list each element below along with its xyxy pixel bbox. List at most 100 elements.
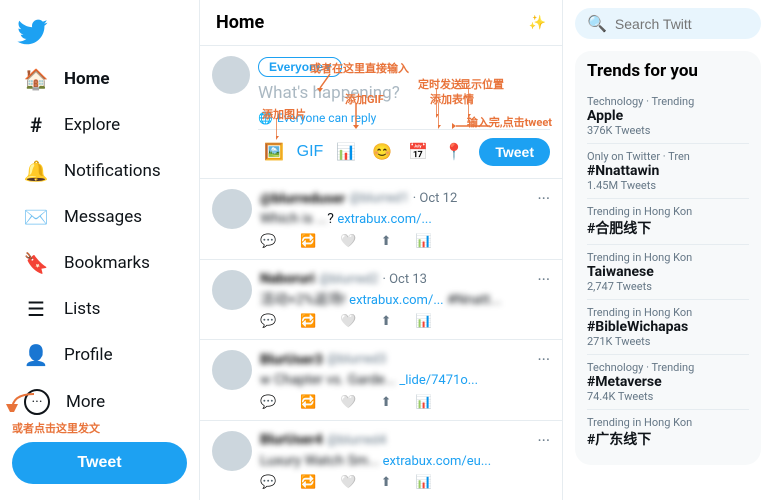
home-icon: 🏠	[24, 67, 48, 91]
share-action-2[interactable]: ⬆	[381, 314, 392, 329]
nav-item-messages[interactable]: ✉️ Messages	[8, 195, 191, 239]
twitter-bird-icon	[16, 16, 48, 48]
reply-action-4[interactable]: 💬	[260, 475, 276, 490]
trend-item[interactable]: Trending in Hong Kon #合肥线下	[587, 199, 749, 245]
tweet-link-3[interactable]: _lide/7471o...	[399, 373, 478, 388]
share-action-1[interactable]: ⬆	[381, 234, 392, 249]
nav-label-home: Home	[64, 69, 110, 89]
bell-icon: 🔔	[24, 159, 48, 183]
search-input[interactable]	[615, 16, 749, 32]
search-bar[interactable]: 🔍	[575, 8, 761, 39]
add-gif-btn[interactable]: GIF	[294, 136, 326, 168]
tweet-handle-1: @blurred1	[349, 191, 409, 206]
trend-item[interactable]: Trending in Hong Kon #广东线下	[587, 410, 749, 455]
nav-label-explore: Explore	[64, 115, 120, 135]
tweet-link-4[interactable]: extrabux.com/eu...	[383, 454, 492, 469]
tweet-text-1: Which is ...? extrabux.com/...	[260, 210, 550, 230]
retweet-action-3[interactable]: 🔁	[300, 395, 316, 410]
trends-list: Technology · Trending Apple 376K Tweets …	[587, 89, 749, 455]
retweet-action-2[interactable]: 🔁	[300, 314, 316, 329]
nav-item-lists[interactable]: ☰ Lists	[8, 287, 191, 331]
trend-item[interactable]: Trending in Hong Kon Taiwanese 2,747 Twe…	[587, 245, 749, 300]
person-icon: 👤	[24, 343, 48, 367]
tweet-handle-2: @blurred2	[319, 272, 379, 287]
trend-item[interactable]: Only on Twitter · Tren #Nnattawin 1.45M …	[587, 144, 749, 199]
trend-item[interactable]: Technology · Trending #Metaverse 74.4K T…	[587, 355, 749, 410]
like-action-1[interactable]: 🤍	[340, 234, 356, 249]
stats-action-1[interactable]: 📊	[415, 234, 431, 249]
audience-label: Everyone	[269, 60, 323, 74]
tweet-header-1: @blurreduser @blurred1 · Oct 12 ···	[260, 189, 550, 208]
tweet-more-2[interactable]: ···	[537, 270, 550, 289]
globe-icon: 🌐	[258, 111, 273, 125]
tweet-row: @blurreduser @blurred1 · Oct 12 ··· Whic…	[200, 179, 562, 260]
schedule-btn[interactable]: 📅	[402, 136, 434, 168]
trend-name: #BibleWichapas	[587, 319, 749, 335]
tweet-avatar-1	[212, 189, 252, 229]
audience-selector[interactable]: Everyone ▾	[258, 57, 342, 77]
trends-box: Trends for you Technology · Trending App…	[575, 51, 761, 465]
like-action-2[interactable]: 🤍	[340, 314, 356, 329]
poll-btn[interactable]: 📊	[330, 136, 362, 168]
compose-placeholder[interactable]: What's happening?	[258, 81, 550, 109]
nav-item-explore[interactable]: # Explore	[8, 103, 191, 147]
tweet-more-1[interactable]: ···	[537, 189, 550, 208]
search-icon: 🔍	[587, 14, 607, 33]
tweet-link-1[interactable]: extrabux.com/...	[337, 212, 431, 227]
location-btn[interactable]: 📍	[438, 136, 470, 168]
tweet-handle-4: @blurred4	[327, 433, 387, 448]
stats-action-3[interactable]: 📊	[415, 395, 431, 410]
retweet-action-4[interactable]: 🔁	[300, 475, 316, 490]
trend-name: #合肥线下	[587, 218, 749, 238]
envelope-icon: ✉️	[24, 205, 48, 229]
list-icon: ☰	[24, 297, 48, 321]
nav-item-home[interactable]: 🏠 Home	[8, 57, 191, 101]
compose-inner: Everyone ▾ What's happening? 🌐 Everyone …	[200, 46, 562, 179]
tweet-time-1: · Oct 12	[413, 191, 457, 206]
trend-item[interactable]: Technology · Trending Apple 376K Tweets	[587, 89, 749, 144]
sidebar: 🏠 Home # Explore 🔔 Notifications ✉️ Mess…	[0, 0, 200, 500]
nav-item-bookmarks[interactable]: 🔖 Bookmarks	[8, 241, 191, 285]
tweet-actions-2: 💬 🔁 🤍 ⬆ 📊	[260, 314, 550, 329]
trend-item[interactable]: Trending in Hong Kon #BibleWichapas 271K…	[587, 300, 749, 355]
retweet-action-1[interactable]: 🔁	[300, 234, 316, 249]
tweet-link-2[interactable]: extrabux.com/...	[349, 293, 443, 308]
trend-tweets: 376K Tweets	[587, 124, 749, 137]
tweet-button[interactable]: Tweet	[12, 442, 187, 484]
compose-area: Everyone ▾ What's happening? 🌐 Everyone …	[200, 46, 562, 179]
compose-tweet-button[interactable]: Tweet	[479, 138, 550, 166]
trend-name: #Metaverse	[587, 374, 749, 390]
reply-action-3[interactable]: 💬	[260, 395, 276, 410]
add-image-btn[interactable]: 🖼️	[258, 136, 290, 168]
more-nav-wrapper: ··· More 或者点击这里发文	[0, 378, 199, 426]
share-action-4[interactable]: ⬆	[381, 475, 392, 490]
nav-item-more[interactable]: ··· More	[8, 379, 191, 425]
emoji-btn[interactable]: 😊	[366, 136, 398, 168]
nav-item-notifications[interactable]: 🔔 Notifications	[8, 149, 191, 193]
bookmark-icon: 🔖	[24, 251, 48, 275]
tweet-handle-3: @blurred3	[327, 352, 387, 367]
tweet-name-2: Naboruri	[260, 271, 315, 287]
tweet-text-4: Luxury Watch Sm... extrabux.com/eu...	[260, 452, 550, 472]
tweet-more-4[interactable]: ···	[537, 431, 550, 450]
main-feed: Home ✨ Everyone ▾ What's happening? 🌐 Ev…	[200, 0, 563, 500]
nav-item-profile[interactable]: 👤 Profile	[8, 333, 191, 377]
tweet-more-3[interactable]: ···	[537, 350, 550, 369]
share-action-3[interactable]: ⬆	[381, 395, 392, 410]
tweet-body-4: BlurUser4 @blurred4 ··· Luxury Watch Sm.…	[260, 431, 550, 491]
stats-action-2[interactable]: 📊	[415, 314, 431, 329]
sparkle-icon[interactable]: ✨	[529, 15, 546, 31]
tweet-row: Naboruri @blurred2 · Oct 13 ··· 活动+2%返场!…	[200, 260, 562, 341]
trend-name: #广东线下	[587, 429, 749, 449]
nav-label-messages: Messages	[64, 207, 142, 227]
reply-action-2[interactable]: 💬	[260, 314, 276, 329]
like-action-3[interactable]: 🤍	[340, 395, 356, 410]
tweet-text-2: 活动+2%返场! extrabux.com/... #Nnatt...	[260, 291, 550, 311]
main-nav: 🏠 Home # Explore 🔔 Notifications ✉️ Mess…	[0, 56, 199, 434]
stats-action-4[interactable]: 📊	[415, 475, 431, 490]
everyone-reply-text: Everyone can reply	[277, 111, 376, 125]
like-action-4[interactable]: 🤍	[340, 475, 356, 490]
user-avatar	[212, 56, 250, 94]
reply-action-1[interactable]: 💬	[260, 234, 276, 249]
twitter-logo[interactable]	[0, 8, 199, 56]
